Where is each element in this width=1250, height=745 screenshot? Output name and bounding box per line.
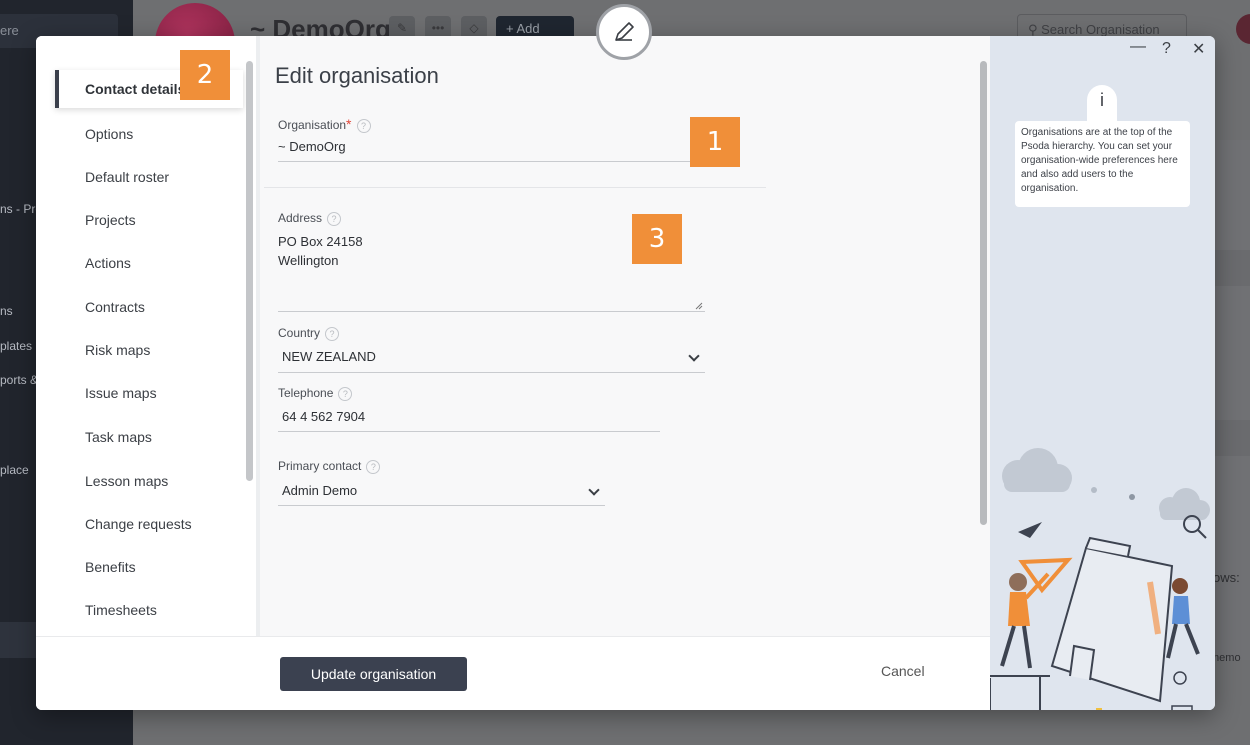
nav-item-contracts[interactable]: Contracts — [85, 299, 145, 315]
update-organisation-button[interactable]: Update organisation — [280, 657, 467, 691]
country-label-text: Country — [278, 326, 321, 340]
info-text: Organisations are at the top of the Psod… — [1015, 121, 1190, 207]
organisation-input[interactable]: ~ DemoOrg — [278, 139, 346, 154]
form-scrollbar[interactable] — [980, 61, 987, 525]
nav-item-change-requests[interactable]: Change requests — [85, 516, 192, 532]
telephone-label: Telephone? — [278, 386, 353, 401]
country-select-underline — [278, 372, 705, 373]
help-icon[interactable]: ? — [366, 459, 381, 474]
nav-item-lesson-maps[interactable]: Lesson maps — [85, 473, 168, 489]
help-icon[interactable]: ? — [325, 326, 340, 341]
modal-footer: Update organisation Cancel — [36, 636, 990, 710]
nav-item-benefits[interactable]: Benefits — [85, 559, 136, 575]
help-icon[interactable]: ? — [338, 386, 353, 401]
nav-item-default-roster[interactable]: Default roster — [85, 169, 169, 185]
primary-contact-label-text: Primary contact — [278, 459, 362, 473]
organisation-form: Edit organisation Organisation*? ~ DemoO… — [260, 36, 990, 636]
cloud-icon — [1159, 488, 1210, 520]
country-select[interactable]: NEW ZEALAND — [282, 349, 376, 364]
address-line-2[interactable]: Wellington — [278, 253, 338, 268]
small-building-icon — [1171, 705, 1193, 710]
nav-item-task-maps[interactable]: Task maps — [85, 429, 152, 445]
chevron-down-icon[interactable] — [588, 484, 600, 496]
address-label-text: Address — [278, 211, 323, 225]
nav-item-risk-maps[interactable]: Risk maps — [85, 342, 150, 358]
edit-pencil-icon — [596, 4, 652, 60]
address-line-1[interactable]: PO Box 24158 — [278, 234, 363, 249]
rows-label: ows: — [1213, 570, 1240, 585]
app-sidebar-item[interactable]: place — [0, 463, 29, 477]
callout-3: 3 — [632, 214, 682, 264]
info-panel: — ? ✕ i Organisations are at the top of … — [990, 36, 1215, 710]
telephone-input-underline — [278, 431, 660, 432]
dot-decoration — [1129, 494, 1135, 500]
modal-content: Contact details Options Default roster P… — [36, 36, 990, 710]
telephone-label-text: Telephone — [278, 386, 334, 400]
callout-2: 2 — [180, 50, 230, 100]
app-sidebar-item[interactable]: ns — [0, 304, 13, 318]
ring-decoration — [1173, 671, 1187, 685]
toolbox-icon — [1096, 708, 1102, 710]
add-button-label: Add — [516, 21, 540, 36]
organisation-input-underline — [278, 161, 690, 162]
section-divider — [264, 187, 766, 188]
search-icon: ⚲ — [1028, 22, 1042, 37]
edit-organisation-modal: Contact details Options Default roster P… — [36, 36, 1215, 710]
help-icon[interactable]: ? — [356, 118, 371, 133]
app-sidebar-item[interactable]: ports & — [0, 373, 38, 387]
minimize-icon[interactable]: — — [1130, 38, 1146, 56]
app-sidebar-item[interactable]: plates — [0, 339, 32, 353]
nav-item-timesheets[interactable]: Timesheets — [85, 602, 157, 618]
paper-plane-icon — [1018, 522, 1042, 538]
info-icon: i — [1087, 85, 1117, 123]
app-row-stripe — [1215, 250, 1250, 286]
organisation-label: Organisation*? — [278, 116, 371, 133]
callout-1: 1 — [690, 117, 740, 167]
nav-item-issue-maps[interactable]: Issue maps — [85, 385, 157, 401]
org-search-placeholder: Search Organisation — [1041, 22, 1160, 37]
telephone-input[interactable]: 64 4 562 7904 — [282, 409, 365, 424]
modal-nav: Contact details Options Default roster P… — [36, 36, 256, 636]
primary-contact-select[interactable]: Admin Demo — [282, 483, 357, 498]
nav-item-projects[interactable]: Projects — [85, 212, 136, 228]
primary-contact-label: Primary contact? — [278, 459, 381, 474]
plus-icon: + — [506, 21, 517, 36]
app-row-stripe — [1215, 420, 1250, 456]
illustration — [990, 448, 1210, 710]
organisation-label-text: Organisation — [278, 118, 347, 132]
nav-item-actions[interactable]: Actions — [85, 255, 131, 271]
chevron-down-icon[interactable] — [688, 350, 700, 362]
required-mark: * — [346, 116, 352, 132]
country-label: Country? — [278, 326, 340, 341]
nav-item-contact-details[interactable]: Contact details — [85, 81, 185, 97]
help-icon[interactable]: ? — [1162, 40, 1171, 58]
help-icon[interactable]: ? — [327, 211, 342, 226]
nav-item-options[interactable]: Options — [85, 126, 133, 142]
close-icon[interactable]: ✕ — [1192, 39, 1205, 59]
nav-scrollbar[interactable] — [246, 61, 253, 481]
primary-contact-select-underline — [278, 505, 605, 506]
address-textarea-underline — [278, 311, 705, 312]
modal-title: Edit organisation — [275, 63, 439, 88]
cloud-icon — [1002, 448, 1072, 492]
cancel-button[interactable]: Cancel — [881, 663, 925, 679]
resize-handle-icon[interactable] — [695, 302, 703, 310]
address-label: Address? — [278, 211, 342, 226]
dot-decoration — [1091, 487, 1097, 493]
